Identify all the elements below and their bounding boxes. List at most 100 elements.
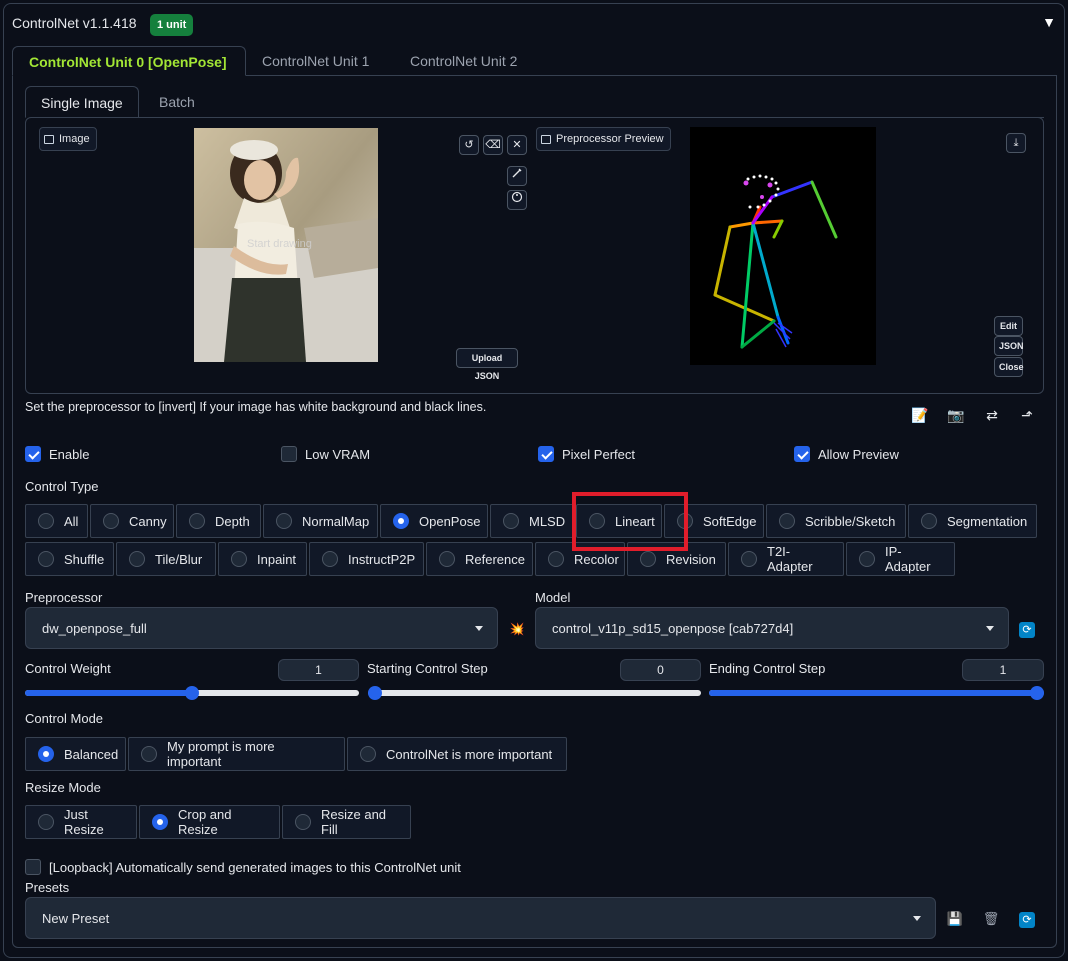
input-image-canvas[interactable]: Start drawing (194, 128, 378, 362)
radio-label: All (64, 513, 79, 529)
resize-mode-just-resize[interactable]: Just Resize (25, 805, 137, 839)
radio-dot[interactable] (295, 814, 311, 830)
tab-unit-1[interactable]: ControlNet Unit 1 (246, 46, 385, 76)
tab-unit-0[interactable]: ControlNet Unit 0 [OpenPose] (12, 46, 246, 76)
radio-dot[interactable] (189, 513, 205, 529)
collapse-toggle-icon[interactable]: ▼ (1042, 14, 1056, 30)
undo-button[interactable]: ↺ (459, 135, 479, 155)
clear-button[interactable]: ⌫ (483, 135, 503, 155)
control-type-reference[interactable]: Reference (426, 542, 533, 576)
radio-dot[interactable] (741, 551, 757, 567)
radio-label: Just Resize (64, 807, 104, 837)
control-type-normalmap[interactable]: NormalMap (263, 504, 378, 538)
radio-dot[interactable] (38, 513, 54, 529)
swap-icon[interactable]: ⇄ (983, 406, 1001, 424)
low-vram-check[interactable] (281, 446, 297, 462)
json-button[interactable]: JSON (994, 336, 1024, 356)
radio-dot[interactable] (38, 746, 54, 762)
delete-preset-icon[interactable]: 🗑 (982, 910, 1000, 928)
radio-dot[interactable] (859, 551, 875, 567)
control-type-canny[interactable]: Canny (90, 504, 174, 538)
enable-check[interactable] (25, 446, 41, 462)
control-type-mlsd[interactable]: MLSD (490, 504, 574, 538)
radio-dot[interactable] (393, 513, 409, 529)
refresh-presets-icon[interactable]: ⟳ (1019, 912, 1035, 928)
starting-step-input[interactable]: 0 (620, 659, 701, 681)
edit-pose-button[interactable]: Edit (994, 316, 1023, 336)
control-mode-prompt[interactable]: My prompt is more important (128, 737, 345, 771)
radio-dot[interactable] (548, 551, 564, 567)
enable-checkbox[interactable]: Enable (25, 446, 89, 462)
radio-dot[interactable] (152, 814, 168, 830)
radio-dot[interactable] (129, 551, 145, 567)
control-type-instructp2p[interactable]: InstructP2P (309, 542, 424, 576)
tab-single-image[interactable]: Single Image (25, 86, 139, 118)
radio-dot[interactable] (38, 551, 54, 567)
close-preview-button[interactable]: Close (994, 357, 1024, 377)
preview-label: Preprocessor Preview (536, 127, 671, 151)
allow-preview-checkbox[interactable]: Allow Preview (794, 446, 899, 462)
low-vram-label: Low VRAM (305, 446, 371, 462)
low-vram-checkbox[interactable]: Low VRAM (281, 446, 370, 462)
control-weight-input[interactable]: 1 (278, 659, 359, 681)
radio-dot[interactable] (38, 814, 54, 830)
radio-dot[interactable] (231, 551, 247, 567)
pixel-perfect-check[interactable] (538, 446, 554, 462)
radio-dot[interactable] (322, 551, 338, 567)
control-mode-controlnet[interactable]: ControlNet is more important (347, 737, 567, 771)
control-type-openpose[interactable]: OpenPose (380, 504, 488, 538)
presets-value: New Preset (42, 910, 110, 926)
radio-dot[interactable] (103, 513, 119, 529)
radio-dot[interactable] (779, 513, 795, 529)
control-type-ip-adapter[interactable]: IP-Adapter (846, 542, 955, 576)
slider-thumb[interactable] (368, 686, 382, 700)
tab-unit-2[interactable]: ControlNet Unit 2 (394, 46, 533, 76)
radio-dot[interactable] (276, 513, 292, 529)
camera-icon[interactable]: 📷 (947, 406, 965, 424)
close-image-button[interactable]: ✕ (507, 135, 527, 155)
loopback-checkbox[interactable]: [Loopback] Automatically send generated … (25, 859, 461, 875)
slider-thumb[interactable] (185, 686, 199, 700)
save-preset-icon[interactable]: 💾 (946, 910, 964, 928)
loopback-check[interactable] (25, 859, 41, 875)
resize-mode-resize-and-fill[interactable]: Resize and Fill (282, 805, 411, 839)
tab-batch[interactable]: Batch (144, 86, 210, 118)
refresh-models-icon[interactable]: ⟳ (1019, 622, 1035, 638)
radio-label: Recolor (574, 551, 619, 567)
control-type-scribble[interactable]: Scribble/Sketch (766, 504, 906, 538)
control-type-tile[interactable]: Tile/Blur (116, 542, 216, 576)
control-type-shuffle[interactable]: Shuffle (25, 542, 114, 576)
download-preview-button[interactable]: ⤓ (1006, 133, 1026, 153)
palette-button[interactable] (507, 190, 527, 210)
slider-thumb[interactable] (1030, 686, 1044, 700)
control-type-all[interactable]: All (25, 504, 88, 538)
control-weight-label: Control Weight (25, 661, 111, 676)
preprocessor-dropdown[interactable]: dw_openpose_full (25, 607, 498, 649)
radio-dot[interactable] (360, 746, 376, 762)
upload-json-button[interactable]: Upload JSON (456, 348, 518, 381)
ending-step-slider[interactable] (709, 686, 1044, 700)
control-mode-balanced[interactable]: Balanced (25, 737, 126, 771)
radio-dot[interactable] (640, 551, 656, 567)
control-type-depth[interactable]: Depth (176, 504, 261, 538)
run-preprocessor-icon[interactable]: 💥 (508, 620, 526, 638)
control-type-segmentation[interactable]: Segmentation (908, 504, 1037, 538)
send-dimensions-icon[interactable]: ⬏ (1018, 406, 1036, 424)
control-type-t2i-adapter[interactable]: T2I-Adapter (728, 542, 844, 576)
radio-dot[interactable] (439, 551, 455, 567)
starting-step-slider[interactable] (368, 686, 701, 700)
control-type-inpaint[interactable]: Inpaint (218, 542, 307, 576)
radio-dot[interactable] (503, 513, 519, 529)
radio-dot[interactable] (921, 513, 937, 529)
radio-dot[interactable] (141, 746, 157, 762)
pixel-perfect-checkbox[interactable]: Pixel Perfect (538, 446, 635, 462)
control-weight-slider[interactable] (25, 686, 359, 700)
allow-preview-check[interactable] (794, 446, 810, 462)
ending-step-input[interactable]: 1 (962, 659, 1044, 681)
brush-button[interactable] (507, 166, 527, 186)
notes-icon[interactable]: 📝 (911, 406, 929, 424)
model-dropdown[interactable]: control_v11p_sd15_openpose [cab727d4] (535, 607, 1009, 649)
presets-dropdown[interactable]: New Preset (25, 897, 936, 939)
radio-label: My prompt is more important (167, 739, 275, 769)
resize-mode-crop-and-resize[interactable]: Crop and Resize (139, 805, 280, 839)
